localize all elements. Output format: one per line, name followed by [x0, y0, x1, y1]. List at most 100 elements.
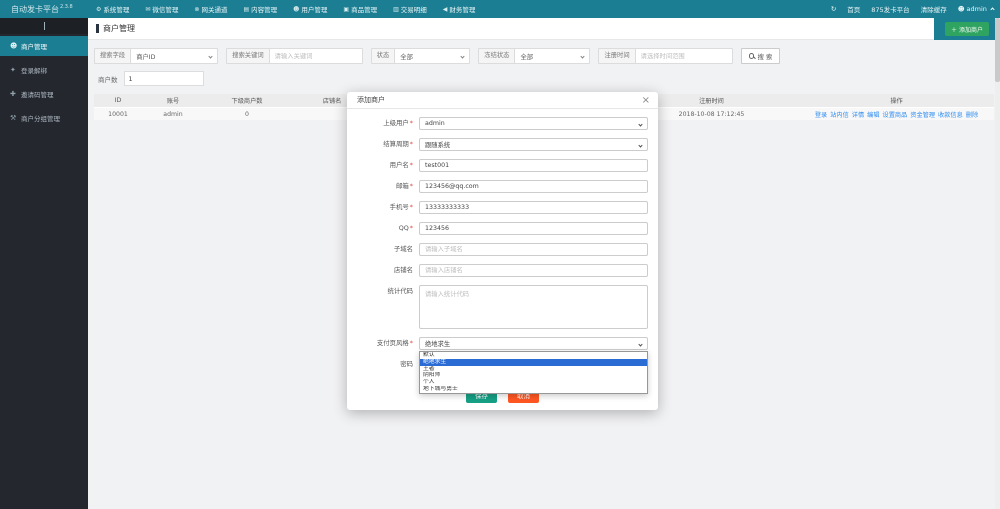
dropdown-option[interactable]: 地下城与勇士: [420, 386, 647, 393]
action-delete-link[interactable]: 删除: [966, 110, 978, 119]
nav-label: 网关通道: [201, 6, 228, 14]
top-navbar: 自动发卡平台2.3.8 ⚙ 系统管理 ✉ 微信管理 ⊗ 网关通道 ▤ 内容管理 …: [0, 0, 1000, 18]
col-account: 账号: [166, 98, 180, 105]
sidebar-label: 登录解绑: [21, 67, 47, 75]
sidebar-item-login-unbind[interactable]: ✦ 登录解绑: [0, 60, 88, 80]
field-subdomain: 子域名: [357, 243, 648, 256]
nav-item-system[interactable]: ⚙ 系统管理: [88, 0, 137, 18]
dropdown-option[interactable]: 默认: [420, 352, 647, 359]
settle-cycle-select[interactable]: 跟随系统: [419, 138, 648, 151]
pay-style-dropdown: 默认 绝地求生 王者 阴阳师 个人 地下城与勇士: [419, 351, 648, 394]
nav-label: 交易明细: [400, 6, 427, 14]
dropdown-option[interactable]: 王者: [420, 366, 647, 373]
action-detail-link[interactable]: 详情: [852, 110, 864, 119]
cell-sub-count: 0: [245, 110, 249, 118]
field-settle-cycle: 结算周期* 跟随系统: [357, 138, 648, 151]
brand-name: 自动发卡平台: [11, 4, 59, 14]
field-shop-name: 店铺名: [357, 264, 648, 277]
refresh-icon[interactable]: ↻: [831, 5, 836, 13]
shop-name-input[interactable]: [425, 267, 642, 274]
field-label: 结算周期*: [383, 140, 413, 148]
phone-input-wrap: [419, 201, 648, 214]
select-value: 绝地求生: [425, 341, 451, 348]
qq-input[interactable]: [425, 225, 642, 232]
search-icon: [748, 53, 755, 59]
nav-label: 系统管理: [103, 6, 130, 14]
field-label: 用户名*: [389, 161, 413, 169]
users-icon: ☻: [293, 5, 300, 13]
username-input[interactable]: [425, 162, 642, 169]
email-input-wrap: [419, 180, 648, 193]
phone-input[interactable]: [425, 204, 642, 211]
filter-label: 搜索字段: [95, 49, 132, 63]
parent-user-select[interactable]: admin: [419, 117, 648, 130]
filter-bar: 搜索字段 商户ID 搜索关键词 状态 全部 冻结状态 全部: [94, 48, 994, 64]
person-icon: ☻: [957, 5, 965, 13]
sidebar-item-merchant-group[interactable]: ⚒ 商户分组管理: [0, 108, 88, 128]
field-label: 手机号*: [389, 203, 413, 211]
field-qq: QQ*: [357, 222, 648, 235]
nav-right: ↻ 首页 875发卡平台 清除缓存 ☻ admin: [820, 0, 995, 18]
sidebar-item-merchant[interactable]: ☻ 商户管理: [0, 36, 88, 56]
nav-item-gateway[interactable]: ⊗ 网关通道: [186, 0, 235, 18]
pay-style-select[interactable]: 绝地求生 默认 绝地求生 王者 阴阳师 个人 地下城与勇士: [419, 337, 648, 394]
nav-item-wechat[interactable]: ✉ 微信管理: [137, 0, 186, 18]
nav-item-finance[interactable]: ◀ 财务管理: [435, 0, 484, 18]
close-icon[interactable]: ×: [642, 94, 650, 107]
search-button[interactable]: 搜 索: [740, 48, 781, 64]
col-operations: 操作: [890, 98, 903, 105]
header-corner: ＋ 添加商户: [934, 18, 1000, 40]
filter-status: 状态 全部: [370, 48, 471, 64]
dropdown-option[interactable]: 阴阳师: [420, 372, 647, 379]
filter-freeze-status: 冻结状态 全部: [478, 48, 591, 64]
nav-item-content[interactable]: ▤ 内容管理: [235, 0, 285, 18]
cell-operations: 登录 站内信 详情 编辑 设置商品 资金管理 收款信息 删除: [799, 110, 994, 119]
gateway-icon: ⊗: [194, 5, 200, 13]
action-edit-link[interactable]: 编辑: [867, 110, 879, 119]
action-message-link[interactable]: 站内信: [830, 110, 849, 119]
dropdown-option[interactable]: 个人: [420, 379, 647, 386]
sidebar-item-invite-code[interactable]: ✚ 邀请码管理: [0, 84, 88, 104]
nav-item-user[interactable]: ☻ 用户管理: [285, 0, 335, 18]
nav-label: 财务管理: [449, 6, 476, 14]
nav-item-trade[interactable]: ▥ 交易明细: [385, 0, 435, 18]
field-label: QQ*: [398, 224, 413, 232]
page-scrollbar: [995, 18, 1000, 509]
dropdown-option-selected[interactable]: 绝地求生: [420, 358, 647, 366]
sidebar-collapse-toggle[interactable]: [0, 18, 88, 34]
action-funds-link[interactable]: 资金管理: [910, 110, 935, 119]
merchant-count-input[interactable]: [123, 71, 204, 86]
brand-version: 2.3.8: [60, 3, 73, 10]
page-title: 商户管理: [103, 24, 135, 33]
search-field-select[interactable]: 商户ID: [131, 49, 217, 63]
freeze-status-select[interactable]: 全部: [515, 49, 589, 63]
sidebar-label: 商户分组管理: [21, 115, 60, 123]
status-select[interactable]: 全部: [395, 49, 469, 63]
col-id: ID: [114, 97, 122, 104]
nav-home-link[interactable]: 首页: [847, 4, 860, 14]
action-login-link[interactable]: 登录: [815, 110, 827, 119]
action-payment-info-link[interactable]: 收款信息: [938, 110, 963, 119]
nav-site-link[interactable]: 875发卡平台: [871, 4, 909, 14]
brand-logo[interactable]: 自动发卡平台2.3.8: [0, 4, 88, 15]
field-label: 子域名: [393, 245, 413, 253]
email-input[interactable]: [425, 183, 642, 190]
username: admin: [966, 5, 987, 13]
user-menu[interactable]: ☻ admin: [957, 5, 995, 13]
subdomain-input[interactable]: [425, 246, 642, 253]
nav-menus: ⚙ 系统管理 ✉ 微信管理 ⊗ 网关通道 ▤ 内容管理 ☻ 用户管理 ▣ 商品管…: [88, 0, 483, 18]
user-plus-icon: ✚: [10, 90, 16, 98]
regtime-input[interactable]: [640, 52, 720, 60]
action-set-goods-link[interactable]: 设置商品: [883, 110, 908, 119]
nav-clear-cache-link[interactable]: 清除缓存: [921, 4, 947, 14]
add-merchant-button[interactable]: ＋ 添加商户: [945, 22, 989, 36]
field-label: 统计代码: [387, 287, 413, 295]
keyword-input[interactable]: [274, 52, 350, 60]
nav-item-goods[interactable]: ▣ 商品管理: [335, 0, 385, 18]
stat-code-textarea[interactable]: [419, 285, 648, 329]
select-value: admin: [425, 120, 445, 127]
col-sub-count: 下级商户数: [231, 98, 263, 105]
scrollbar-thumb[interactable]: [995, 18, 1000, 82]
modal-header: 添加商户 ×: [347, 92, 658, 109]
title-accent-bar: [96, 24, 99, 33]
